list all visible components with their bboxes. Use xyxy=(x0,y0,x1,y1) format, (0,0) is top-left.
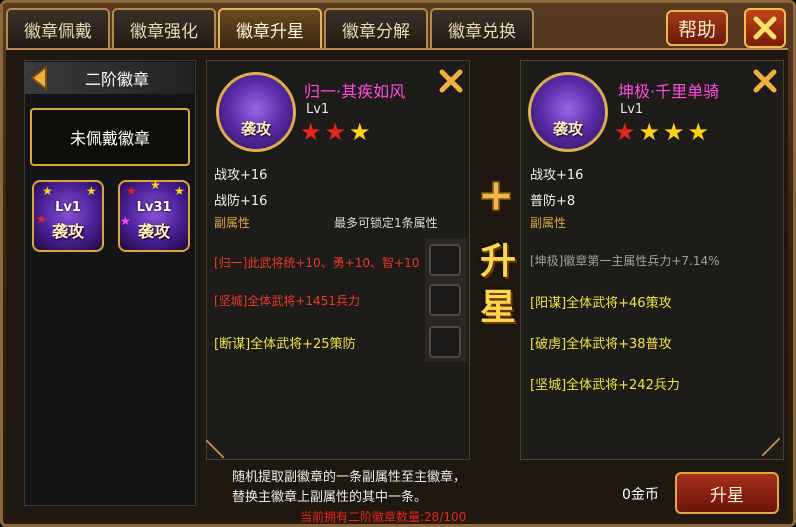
main-badge-stars: ★ ★ ★ xyxy=(300,120,371,144)
tab-badge-exchange[interactable]: 徽章兑换 xyxy=(430,8,534,48)
star-icon: ★ xyxy=(687,118,710,146)
badge-type-label: 袭攻 xyxy=(137,222,170,241)
target-sub-attr-4: [坚城]全体武将+242兵力 xyxy=(530,378,680,393)
badge-level: Lv1 xyxy=(55,200,81,215)
badge-type-label: 袭攻 xyxy=(552,120,583,138)
tier-header: 二阶徽章 xyxy=(24,62,194,94)
star-icon: ★ xyxy=(663,118,685,146)
star-icon: ★ xyxy=(42,184,53,198)
badge-type-label: 袭攻 xyxy=(51,222,84,241)
star-icon: ★ xyxy=(614,118,636,146)
badge-slot-2[interactable]: ★ ★ ★ ★ Lv31 袭攻 xyxy=(118,178,190,252)
upstar-button[interactable]: 升星 xyxy=(675,472,779,514)
main-sub-attr-3: [断谋]全体武将+25策防 xyxy=(214,337,356,352)
tab-badge-equip[interactable]: 徽章佩戴 xyxy=(6,8,110,48)
description-line-1: 随机提取副徽章的一条副属性至主徽章， xyxy=(232,470,467,485)
lock-note: 最多可锁定1条属性 xyxy=(334,216,438,230)
star-icon: ★ xyxy=(349,118,371,146)
back-arrow-button[interactable] xyxy=(24,62,54,94)
main-badge-icon: 袭攻 xyxy=(216,72,296,152)
badge-count-note: 当前拥有二阶徽章数量:28/100 xyxy=(300,510,467,524)
unequipped-badges-button[interactable]: 未佩戴徽章 xyxy=(30,108,190,166)
lock-checkbox-3[interactable] xyxy=(429,326,461,358)
lock-checkbox-2[interactable] xyxy=(429,284,461,316)
left-arrow-icon xyxy=(30,65,47,91)
target-sub-attr-2: [阳谋]全体武将+46策攻 xyxy=(530,296,672,311)
target-badge-stars: ★ ★ ★ ★ xyxy=(614,120,709,144)
gold-cost: 0金币 xyxy=(622,487,659,503)
description-line-2: 替换主徽章上副属性的其中一条。 xyxy=(232,490,428,505)
star-icon: ★ xyxy=(324,118,347,146)
tab-badge-enhance[interactable]: 徽章强化 xyxy=(112,8,216,48)
main-sub-attr-1: [归一]此武将统+10、勇+10、智+10 xyxy=(214,256,420,270)
remove-target-badge-icon[interactable] xyxy=(752,68,778,94)
star-icon: ★ xyxy=(150,178,161,192)
upstar-title: 升星 xyxy=(479,240,516,328)
badge-level: Lv31 xyxy=(136,200,172,215)
star-icon: ★ xyxy=(174,184,185,198)
main-stat-attack: 战攻+16 xyxy=(214,168,268,183)
tier-title: 二阶徽章 xyxy=(84,70,149,89)
close-icon xyxy=(753,16,777,40)
corner-ornament-icon xyxy=(762,438,780,456)
tab-badge-upstar[interactable]: 徽章升星 xyxy=(218,8,322,48)
main-badge-name: 归一·其疾如风 xyxy=(304,82,406,101)
badge-slot-1[interactable]: ★ ★ ★ Lv1 袭攻 xyxy=(32,180,104,252)
star-icon: ★ xyxy=(300,118,322,146)
close-button[interactable] xyxy=(744,8,786,48)
remove-main-badge-icon[interactable] xyxy=(438,68,464,94)
star-icon: ★ xyxy=(86,184,97,198)
main-sub-heading: 副属性 xyxy=(214,216,251,230)
lock-checkbox-1[interactable] xyxy=(429,244,461,276)
main-stat-defense: 战防+16 xyxy=(214,194,268,209)
target-badge-icon: 袭攻 xyxy=(528,72,608,152)
tab-badge-decompose[interactable]: 徽章分解 xyxy=(324,8,428,48)
badge-type-label: 袭攻 xyxy=(240,120,271,138)
main-badge-level: Lv1 xyxy=(306,102,330,117)
target-badge-name: 坤极·千里单骑 xyxy=(618,82,720,101)
target-sub-attr-3: [破虏]全体武将+38普攻 xyxy=(530,337,672,352)
main-sub-attr-2: [坚城]全体武将+1451兵力 xyxy=(214,294,360,308)
star-icon: ★ xyxy=(638,118,661,146)
target-sub-attr-1: [坤极]徽章第一主属性兵力+7.14% xyxy=(530,254,720,268)
help-button[interactable]: 帮助 xyxy=(666,10,728,46)
tab-bar: 徽章佩戴 徽章强化 徽章升星 徽章分解 徽章兑换 xyxy=(6,8,534,48)
star-icon: ★ xyxy=(126,184,137,198)
target-stat-defense: 普防+8 xyxy=(530,194,576,209)
target-badge-level: Lv1 xyxy=(620,102,644,117)
corner-ornament-icon xyxy=(206,440,224,458)
plus-icon xyxy=(481,181,511,211)
target-sub-heading: 副属性 xyxy=(530,216,567,230)
target-stat-attack: 战攻+16 xyxy=(530,168,584,183)
